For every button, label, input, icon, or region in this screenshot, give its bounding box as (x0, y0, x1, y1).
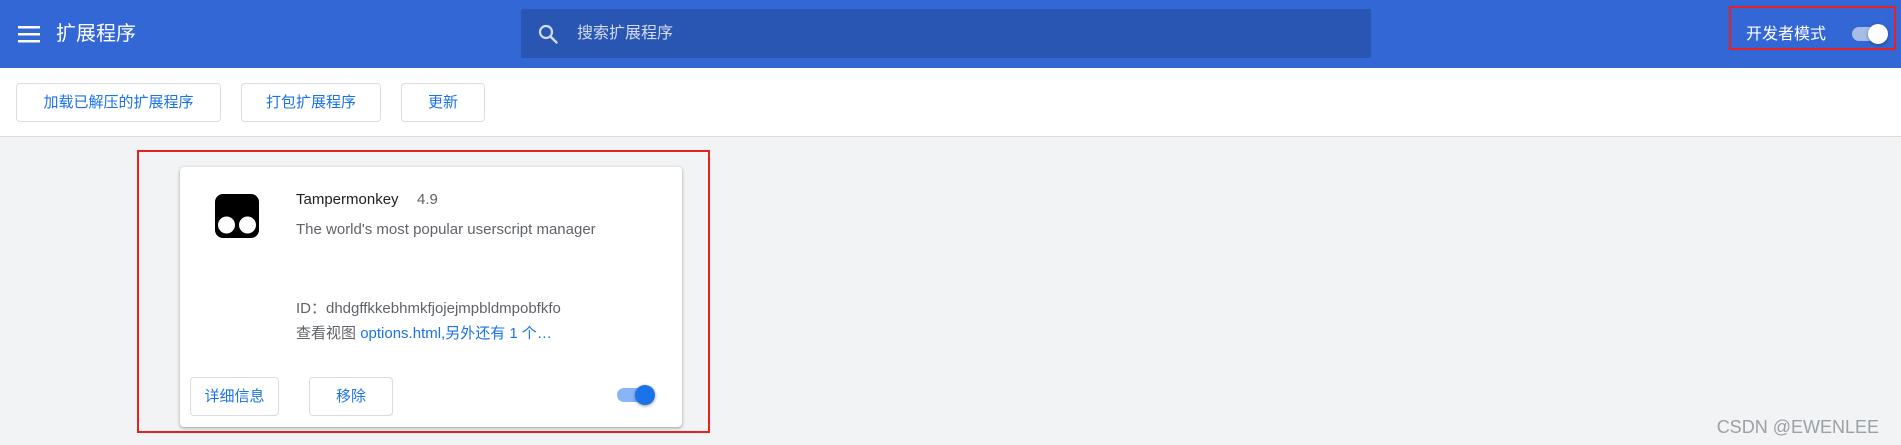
extension-version: 4.9 (417, 191, 438, 208)
load-unpacked-button[interactable]: 加载已解压的扩展程序 (16, 83, 221, 122)
app-header: 扩展程序 (0, 0, 1901, 68)
dev-mode-label: 开发者模式 (1746, 26, 1827, 43)
pack-extension-button[interactable]: 打包扩展程序 (241, 83, 381, 122)
views-link[interactable]: options.html,另外还有 1 个… (360, 325, 552, 342)
extension-enable-toggle[interactable] (617, 385, 655, 405)
toolbar: 加载已解压的扩展程序 打包扩展程序 更新 (0, 68, 1901, 137)
extension-card: Tampermonkey 4.9 The world's most popula… (180, 167, 682, 427)
extension-name: Tampermonkey (296, 191, 399, 208)
extension-toggle-thumb (635, 385, 655, 405)
search-input[interactable] (577, 21, 1337, 46)
extension-id: ID：dhdgffkkebhmkfjojejmpbldmpobfkfo (296, 300, 561, 317)
remove-button[interactable]: 移除 (309, 377, 393, 416)
search-box[interactable] (521, 9, 1371, 58)
tampermonkey-icon (215, 194, 259, 238)
page-title: 扩展程序 (56, 23, 136, 45)
views-label: 查看视图 (296, 325, 357, 342)
update-button[interactable]: 更新 (401, 83, 485, 122)
dev-mode-toggle-thumb (1868, 24, 1888, 44)
watermark: CSDN @EWENLEE (1716, 417, 1879, 437)
extension-description: The world's most popular userscript mana… (296, 221, 596, 238)
search-icon (538, 24, 558, 44)
details-button[interactable]: 详细信息 (190, 377, 279, 416)
dev-mode-toggle[interactable] (1852, 24, 1888, 44)
extension-views: 查看视图 options.html,另外还有 1 个… (296, 324, 552, 344)
hamburger-menu-icon[interactable] (18, 24, 40, 44)
